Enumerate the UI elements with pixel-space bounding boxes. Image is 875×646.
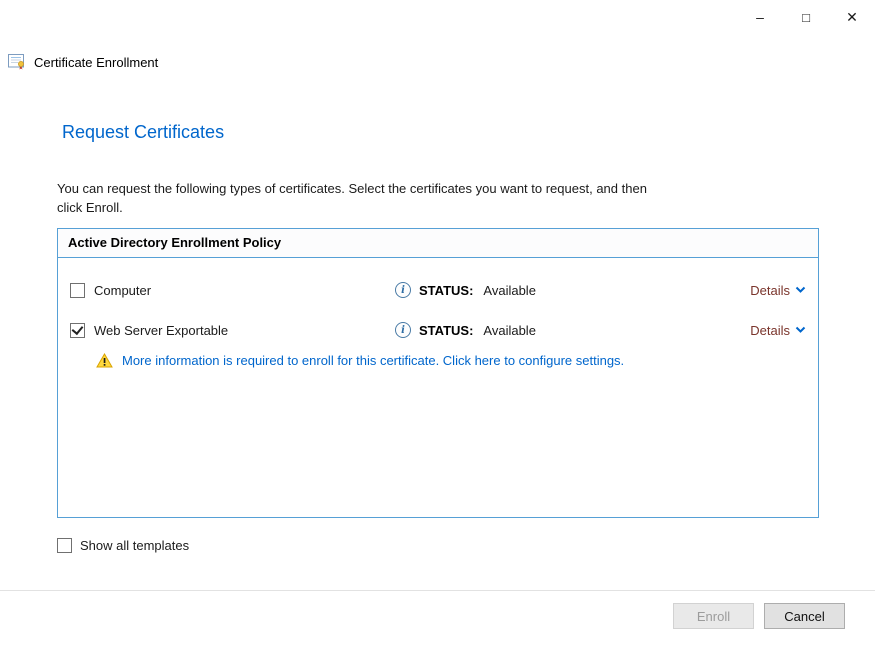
enroll-button[interactable]: Enroll — [673, 603, 754, 629]
certificate-icon — [8, 54, 27, 70]
page-description-line1: You can request the following types of c… — [57, 179, 647, 198]
maximize-icon: □ — [802, 10, 810, 25]
status-label: STATUS: — [419, 283, 473, 298]
maximize-button[interactable]: □ — [783, 0, 829, 34]
policy-panel-header: Active Directory Enrollment Policy — [58, 229, 818, 258]
wizard-title: Certificate Enrollment — [34, 55, 158, 70]
close-button[interactable]: ✕ — [829, 0, 875, 34]
cancel-button[interactable]: Cancel — [764, 603, 845, 629]
computer-checkbox[interactable] — [70, 283, 85, 298]
chevron-down-icon — [795, 286, 806, 294]
page-description: You can request the following types of c… — [57, 179, 647, 217]
status-value: Available — [483, 283, 536, 298]
template-row-left: Computer — [70, 283, 395, 298]
web-server-exportable-checkbox[interactable] — [70, 323, 85, 338]
template-label: Computer — [94, 283, 151, 298]
template-row-web-server-exportable: Web Server Exportable i STATUS: Availabl… — [58, 298, 818, 338]
template-row-computer: Computer i STATUS: Available Details — [58, 258, 818, 298]
details-expander-computer[interactable]: Details — [750, 283, 806, 298]
status-value: Available — [483, 323, 536, 338]
more-information-link[interactable]: More information is required to enroll f… — [58, 338, 818, 368]
warning-icon — [96, 353, 113, 368]
show-all-templates: Show all templates — [57, 538, 189, 553]
page-title: Request Certificates — [62, 122, 224, 143]
page-description-line2: click Enroll. — [57, 198, 647, 217]
status-label: STATUS: — [419, 323, 473, 338]
window-controls: – □ ✕ — [737, 0, 875, 34]
warning-link-text: More information is required to enroll f… — [122, 353, 624, 368]
enrollment-policy-panel: Active Directory Enrollment Policy Compu… — [57, 228, 819, 518]
minimize-icon: – — [756, 9, 764, 25]
footer-buttons: Enroll Cancel — [673, 603, 845, 629]
minimize-button[interactable]: – — [737, 0, 783, 34]
details-label: Details — [750, 323, 790, 338]
show-all-templates-checkbox[interactable] — [57, 538, 72, 553]
footer-divider — [0, 590, 875, 591]
template-status: i STATUS: Available — [395, 322, 536, 338]
template-row-left: Web Server Exportable — [70, 323, 395, 338]
details-label: Details — [750, 283, 790, 298]
template-label: Web Server Exportable — [94, 323, 228, 338]
show-all-templates-label: Show all templates — [80, 538, 189, 553]
certificate-enrollment-window: – □ ✕ Certificate Enrollment Request Cer… — [0, 0, 875, 646]
template-status: i STATUS: Available — [395, 282, 536, 298]
info-icon: i — [395, 322, 411, 338]
details-expander-web-server[interactable]: Details — [750, 323, 806, 338]
wizard-header: Certificate Enrollment — [8, 54, 158, 70]
info-icon: i — [395, 282, 411, 298]
chevron-down-icon — [795, 326, 806, 334]
close-icon: ✕ — [846, 9, 858, 26]
